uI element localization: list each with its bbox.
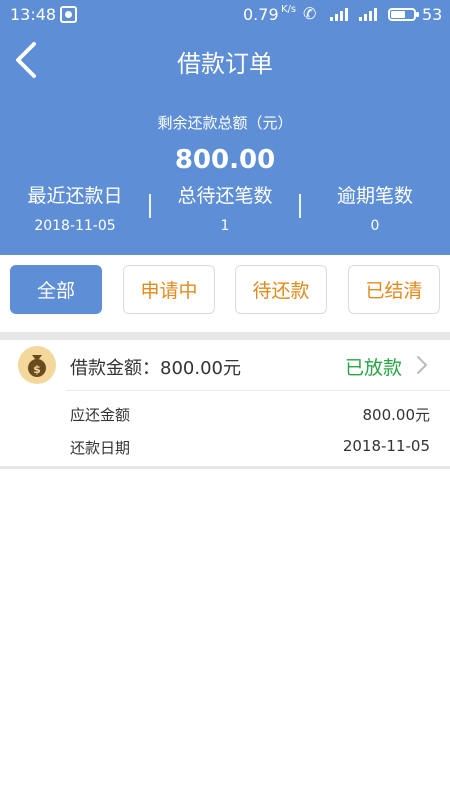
- stat-value: 0: [370, 218, 380, 234]
- section-divider: [0, 332, 450, 340]
- notification-icon: [60, 6, 77, 23]
- repay-date-value: 2018-11-05: [342, 437, 430, 455]
- card-bottom-border: [0, 466, 450, 469]
- status-speed: 0.79: [243, 5, 279, 24]
- summary-amount: 800.00: [174, 145, 276, 175]
- repay-date-label: 还款日期: [70, 439, 131, 457]
- status-bar: 13:48 0.79 K/s ✆ 53: [0, 0, 450, 30]
- stat-total-pending: 总待还笔数 1: [150, 181, 300, 234]
- chevron-right-icon: [412, 354, 432, 376]
- phone-icon: ✆: [303, 4, 317, 23]
- card-divider: [66, 390, 450, 391]
- order-card[interactable]: $ 借款金额：800.00元 已放款 应还金额 800.00元 还款日期 201…: [0, 340, 450, 470]
- tab-settled[interactable]: 已结清: [348, 265, 440, 314]
- stat-overdue-count: 逾期笔数 0: [300, 181, 450, 234]
- header: 13:48 0.79 K/s ✆ 53 借款订单 剩余还款总额（元） 800.0…: [0, 0, 450, 255]
- order-title: 借款金额：800.00元: [70, 358, 241, 379]
- battery-icon: [388, 8, 419, 21]
- tab-pending-repayment[interactable]: 待还款: [235, 265, 327, 314]
- page-title: 借款订单: [177, 50, 273, 78]
- stat-value: 2018-11-05: [34, 218, 116, 234]
- order-status-badge: 已放款: [345, 357, 403, 379]
- svg-text:$: $: [33, 363, 41, 376]
- stat-value: 1: [220, 218, 230, 234]
- status-time: 13:48: [10, 5, 57, 24]
- stat-recent-due-date: 最近还款日 2018-11-05: [0, 181, 150, 234]
- repay-amount-value: 800.00元: [362, 406, 431, 424]
- stat-label: 总待还笔数: [177, 185, 273, 207]
- stat-label: 最近还款日: [27, 185, 123, 207]
- signal-icon: [330, 7, 350, 21]
- battery-percent: 53: [422, 5, 443, 24]
- stat-label: 逾期笔数: [336, 185, 413, 207]
- signal-icon: [359, 7, 379, 21]
- money-bag-icon: $: [18, 346, 56, 384]
- tab-all[interactable]: 全部: [10, 265, 102, 314]
- repay-amount-label: 应还金额: [70, 406, 131, 424]
- tab-applying[interactable]: 申请中: [123, 265, 215, 314]
- status-speed-unit: K/s: [281, 4, 297, 15]
- summary-label: 剩余还款总额（元）: [157, 114, 293, 132]
- filter-tabs: 全部 申请中 待还款 已结清: [0, 255, 450, 332]
